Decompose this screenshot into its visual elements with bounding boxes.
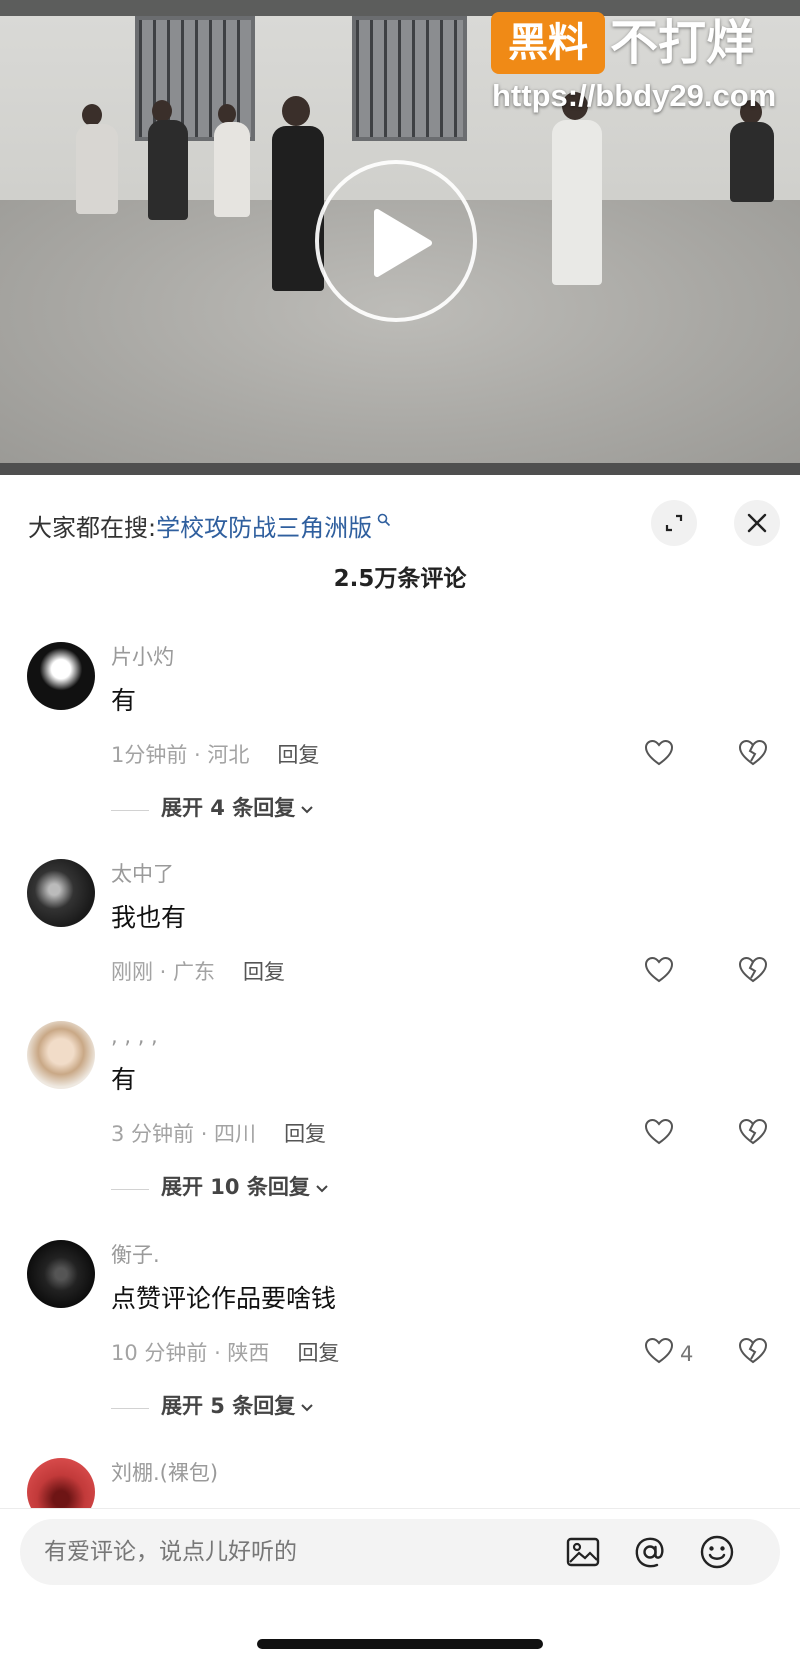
comment-text: 点赞评论作品要啥钱 <box>111 1284 337 1313</box>
watermark-brand: 不打烊 <box>610 15 755 71</box>
heart-icon <box>644 1337 674 1364</box>
comment-input-bar: 有爱评论，说点儿好听的 <box>0 1508 800 1662</box>
chevron-down-icon <box>299 1393 315 1425</box>
expand-replies[interactable]: 展开 5 条回复 <box>111 1390 315 1422</box>
comment-input-placeholder: 有爱评论，说点儿好听的 <box>44 1539 297 1565</box>
suggested-search[interactable]: 大家都在搜:学校攻防战三角洲版 <box>28 503 391 543</box>
avatar[interactable] <box>27 859 95 927</box>
comment-author[interactable]: , , , , <box>111 1021 158 1051</box>
watermark-badge: 黑料 <box>491 12 605 74</box>
video-bottom-edge <box>0 463 800 475</box>
comment-input[interactable]: 有爱评论，说点儿好听的 <box>20 1519 780 1585</box>
suggested-search-term[interactable]: 学校攻防战三角洲版 <box>156 514 372 542</box>
heart-icon <box>644 739 674 766</box>
close-icon <box>747 513 767 533</box>
comment-author[interactable]: 片小灼 <box>111 642 174 672</box>
video-person-head <box>152 100 172 122</box>
watermark-url: https://bbdy29.com <box>492 78 777 113</box>
expand-dash <box>111 1408 149 1409</box>
avatar[interactable] <box>27 1021 95 1089</box>
video-person <box>730 122 774 202</box>
comment-meta: 3 分钟前 · 四川 回复 <box>111 1119 326 1149</box>
comment-meta: 1分钟前 · 河北 回复 <box>111 740 319 770</box>
video-person-head <box>218 104 236 124</box>
comment-text: 我也有 <box>111 903 187 932</box>
dislike-button[interactable] <box>738 956 768 988</box>
reply-button[interactable]: 回复 <box>243 960 285 984</box>
emoji-icon[interactable] <box>699 1534 735 1574</box>
play-button[interactable] <box>315 160 477 322</box>
comment-item: 刘棚.(裸包) <box>0 1458 800 1526</box>
video-person <box>214 122 250 217</box>
video-person <box>148 120 188 220</box>
like-count: 4 <box>680 1342 694 1366</box>
close-button[interactable] <box>734 500 780 546</box>
comment-meta: 刚刚 · 广东 回复 <box>111 957 285 987</box>
video-person <box>272 126 324 291</box>
chevron-down-icon <box>299 795 315 827</box>
expand-icon <box>665 514 683 532</box>
broken-heart-icon <box>738 1118 768 1145</box>
suggested-search-label: 大家都在搜: <box>28 514 157 542</box>
comment-count-title: 2.5万条评论 <box>333 566 467 592</box>
expand-dash <box>111 810 149 811</box>
avatar[interactable] <box>27 642 95 710</box>
expand-button[interactable] <box>651 500 697 546</box>
comment-author[interactable]: 衡子. <box>111 1240 160 1270</box>
heart-icon <box>644 956 674 983</box>
comment-author[interactable]: 刘棚.(裸包) <box>111 1458 218 1488</box>
video-person-head <box>282 96 310 126</box>
play-icon <box>374 209 432 277</box>
heart-icon <box>644 1118 674 1145</box>
reply-button[interactable]: 回复 <box>284 1122 326 1146</box>
comment-time-location: 刚刚 · 广东 <box>111 960 216 984</box>
comment-text: 有 <box>111 1065 137 1094</box>
comment-item: 衡子. 点赞评论作品要啥钱 10 分钟前 · 陕西 回复 4 展开 5 条回复 <box>0 1240 800 1440</box>
comment-author[interactable]: 太中了 <box>111 859 174 889</box>
comment-time-location: 10 分钟前 · 陕西 <box>111 1341 270 1365</box>
broken-heart-icon <box>738 956 768 983</box>
comment-time-location: 3 分钟前 · 四川 <box>111 1122 257 1146</box>
home-indicator[interactable] <box>257 1639 543 1649</box>
expand-replies-label: 展开 10 条回复 <box>161 1175 310 1199</box>
comment-item: , , , , 有 3 分钟前 · 四川 回复 展开 10 条回复 <box>0 1021 800 1221</box>
comment-item: 太中了 我也有 刚刚 · 广东 回复 <box>0 859 800 999</box>
comment-time-location: 1分钟前 · 河北 <box>111 743 250 767</box>
video-player[interactable]: 黑料 不打烊 https://bbdy29.com <box>0 0 800 475</box>
comment-text: 有 <box>111 686 137 715</box>
dislike-button[interactable] <box>738 1337 768 1369</box>
video-person <box>76 124 118 214</box>
comment-item: 片小灼 有 1分钟前 · 河北 回复 展开 4 条回复 <box>0 642 800 842</box>
expand-dash <box>111 1189 149 1190</box>
like-button[interactable] <box>644 956 674 990</box>
reply-button[interactable]: 回复 <box>297 1341 339 1365</box>
image-icon[interactable] <box>565 1534 601 1574</box>
comment-sheet: 大家都在搜:学校攻防战三角洲版 2.5万条评论 片小灼 有 1分钟前 · 河北回… <box>0 475 800 1662</box>
like-button[interactable] <box>644 739 674 773</box>
video-person <box>552 120 602 285</box>
chevron-down-icon <box>314 1174 330 1206</box>
broken-heart-icon <box>738 1337 768 1364</box>
avatar[interactable] <box>27 1240 95 1308</box>
at-icon[interactable] <box>632 1534 668 1574</box>
expand-replies[interactable]: 展开 10 条回复 <box>111 1171 330 1203</box>
expand-replies-label: 展开 4 条回复 <box>161 796 296 820</box>
video-window-right <box>352 16 467 141</box>
comment-meta: 10 分钟前 · 陕西 回复 <box>111 1338 339 1368</box>
dislike-button[interactable] <box>738 739 768 771</box>
like-button[interactable]: 4 <box>644 1337 693 1371</box>
like-button[interactable] <box>644 1118 674 1152</box>
video-person-head <box>82 104 102 126</box>
expand-replies-label: 展开 5 条回复 <box>161 1394 296 1418</box>
dislike-button[interactable] <box>738 1118 768 1150</box>
magnifier-icon <box>372 513 390 531</box>
broken-heart-icon <box>738 739 768 766</box>
reply-button[interactable]: 回复 <box>277 743 319 767</box>
expand-replies[interactable]: 展开 4 条回复 <box>111 792 315 824</box>
